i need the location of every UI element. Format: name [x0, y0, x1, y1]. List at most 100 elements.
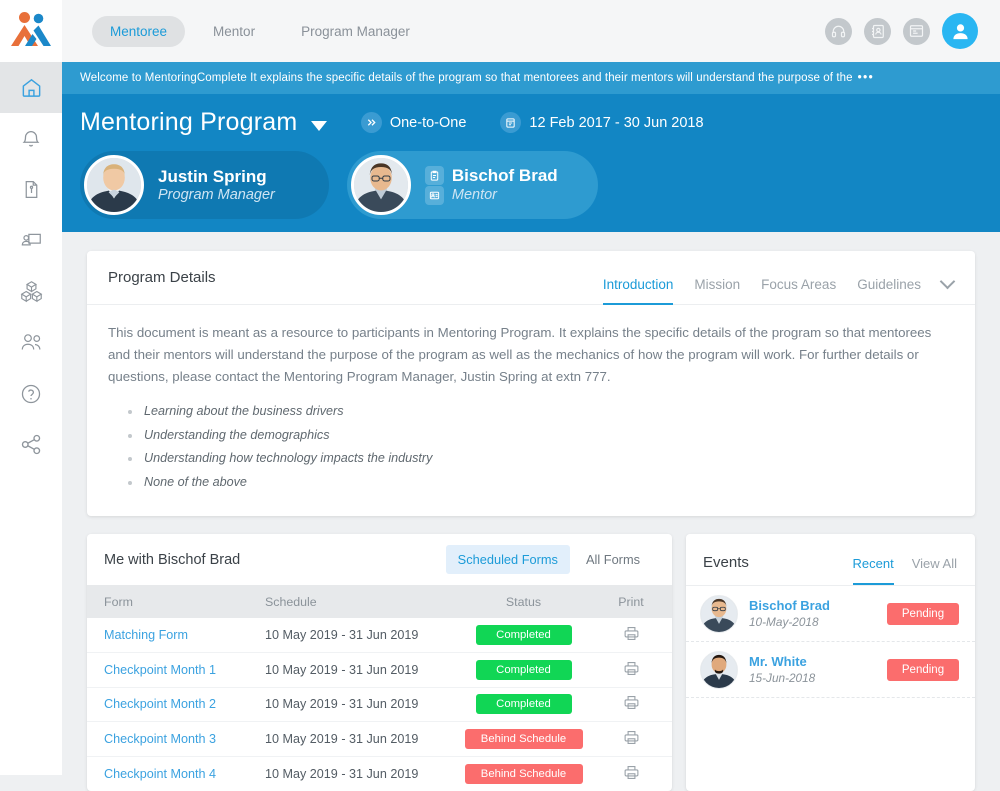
- program-details-header: Program Details Introduction Mission Foc…: [87, 251, 975, 305]
- event-info: Mr. White 15-Jun-2018: [749, 654, 815, 685]
- training-icon: [20, 230, 43, 251]
- share-icon: [20, 433, 43, 456]
- program-details-paragraph: This document is meant as a resource to …: [108, 322, 953, 388]
- event-person-name[interactable]: Mr. White: [749, 654, 815, 669]
- forms-table-body: Matching Form 10 May 2019 - 31 Jun 2019 …: [87, 618, 672, 791]
- avatar: [700, 651, 738, 689]
- contacts-book-icon[interactable]: [864, 18, 891, 45]
- notes-icon[interactable]: [903, 18, 930, 45]
- person-card-program-manager[interactable]: Justin Spring Program Manager: [80, 151, 329, 219]
- tab-mentoree[interactable]: Mentoree: [92, 16, 185, 47]
- sidebar-item-training[interactable]: [0, 215, 62, 266]
- list-item[interactable]: Mr. White 15-Jun-2018 Pending: [686, 642, 975, 698]
- program-details-bullets: Learning about the business drivers Unde…: [128, 400, 953, 494]
- event-date: 10-May-2018: [749, 615, 830, 629]
- sidebar-item-notifications[interactable]: [0, 113, 62, 164]
- printer-icon[interactable]: [623, 764, 640, 784]
- user-avatar-icon[interactable]: [942, 13, 978, 49]
- role-tabs: Mentoree Mentor Program Manager: [92, 16, 428, 47]
- forms-header: Me with Bischof Brad Scheduled Forms All…: [87, 534, 672, 585]
- sidebar: [0, 62, 62, 775]
- printer-icon[interactable]: [623, 694, 640, 714]
- top-icon-group: [825, 13, 978, 49]
- sidebar-item-home[interactable]: [0, 62, 62, 113]
- sidebar-item-people[interactable]: [0, 317, 62, 368]
- status-badge: Completed: [476, 694, 572, 714]
- avatar: [351, 155, 411, 215]
- list-item: None of the above: [128, 471, 953, 495]
- table-row: Checkpoint Month 1 10 May 2019 - 31 Jun …: [87, 653, 672, 688]
- tab-recent[interactable]: Recent: [853, 556, 894, 585]
- form-link[interactable]: Matching Form: [104, 628, 188, 642]
- table-row: Matching Form 10 May 2019 - 31 Jun 2019 …: [87, 618, 672, 653]
- sidebar-item-share[interactable]: [0, 419, 62, 470]
- status-badge: Behind Schedule: [465, 729, 583, 749]
- form-link[interactable]: Checkpoint Month 1: [104, 663, 216, 677]
- list-item[interactable]: Bischof Brad 10-May-2018 Pending: [686, 586, 975, 642]
- status-badge: Pending: [887, 603, 959, 625]
- program-title-dropdown[interactable]: Mentoring Program: [80, 108, 327, 137]
- bottom-row: Me with Bischof Brad Scheduled Forms All…: [87, 534, 975, 791]
- avatar: [700, 595, 738, 633]
- printer-icon[interactable]: [623, 660, 640, 680]
- forms-table-head: Form Schedule Status Print: [87, 585, 672, 618]
- printer-icon[interactable]: [623, 729, 640, 749]
- status-badge: Completed: [476, 660, 572, 680]
- forms-table: Form Schedule Status Print Matching Form…: [87, 585, 672, 791]
- top-bar: Mentoree Mentor Program Manager: [0, 0, 1000, 62]
- column-header-schedule: Schedule: [265, 585, 457, 618]
- person-name-row: Bischof Brad: [425, 166, 558, 186]
- form-link[interactable]: Checkpoint Month 3: [104, 732, 216, 746]
- tab-mission[interactable]: Mission: [694, 277, 740, 305]
- program-details-title: Program Details: [108, 269, 216, 286]
- person-role: Program Manager: [158, 187, 275, 203]
- document-icon: [21, 179, 42, 200]
- events-title: Events: [703, 554, 749, 585]
- sidebar-item-help[interactable]: [0, 368, 62, 419]
- mentoring-complete-logo: [9, 12, 53, 50]
- table-row: Checkpoint Month 3 10 May 2019 - 31 Jun …: [87, 722, 672, 757]
- person-info: Justin Spring Program Manager: [158, 167, 275, 203]
- tab-program-manager[interactable]: Program Manager: [283, 16, 428, 47]
- chevron-down-icon[interactable]: [940, 273, 956, 289]
- sidebar-item-resources[interactable]: [0, 266, 62, 317]
- forms-title: Me with Bischof Brad: [104, 552, 240, 568]
- bell-icon: [20, 128, 42, 150]
- person-card-mentor[interactable]: Bischof Brad Mentor: [347, 151, 598, 219]
- page-title: Mentoring Program: [80, 108, 297, 136]
- person-name: Bischof Brad: [452, 166, 558, 186]
- segment-scheduled-forms[interactable]: Scheduled Forms: [446, 545, 570, 574]
- printer-icon[interactable]: [623, 625, 640, 645]
- banner-ellipsis[interactable]: •••: [858, 72, 875, 84]
- person-info: Bischof Brad Mentor: [425, 166, 558, 205]
- form-schedule: 10 May 2019 - 31 Jun 2019: [265, 663, 418, 677]
- tab-guidelines[interactable]: Guidelines: [857, 277, 921, 305]
- logo-container[interactable]: [0, 0, 62, 62]
- form-schedule: 10 May 2019 - 31 Jun 2019: [265, 697, 418, 711]
- program-type-label: One-to-One: [390, 115, 467, 131]
- tab-introduction[interactable]: Introduction: [603, 277, 674, 305]
- tab-view-all[interactable]: View All: [912, 556, 957, 585]
- event-person-name[interactable]: Bischof Brad: [749, 598, 830, 613]
- events-header: Events Recent View All: [686, 534, 975, 586]
- program-details-body: This document is meant as a resource to …: [87, 305, 975, 516]
- calendar-icon: [500, 112, 521, 133]
- segment-all-forms[interactable]: All Forms: [574, 545, 652, 574]
- sidebar-item-documents[interactable]: [0, 164, 62, 215]
- person-name: Justin Spring: [158, 167, 275, 187]
- list-item: Understanding the demographics: [128, 424, 953, 448]
- form-link[interactable]: Checkpoint Month 2: [104, 697, 216, 711]
- tab-focus-areas[interactable]: Focus Areas: [761, 277, 836, 305]
- table-header-row: Form Schedule Status Print: [87, 585, 672, 618]
- column-header-form: Form: [87, 585, 265, 618]
- support-headset-icon[interactable]: [825, 18, 852, 45]
- tab-mentor[interactable]: Mentor: [195, 16, 273, 47]
- status-badge: Pending: [887, 659, 959, 681]
- program-type: One-to-One: [361, 112, 467, 133]
- chevron-down-icon: [311, 121, 327, 131]
- forms-segment-control: Scheduled Forms All Forms: [446, 545, 652, 574]
- help-icon: [20, 383, 42, 405]
- column-header-print: Print: [590, 585, 672, 618]
- form-schedule: 10 May 2019 - 31 Jun 2019: [265, 732, 418, 746]
- form-link[interactable]: Checkpoint Month 4: [104, 767, 216, 781]
